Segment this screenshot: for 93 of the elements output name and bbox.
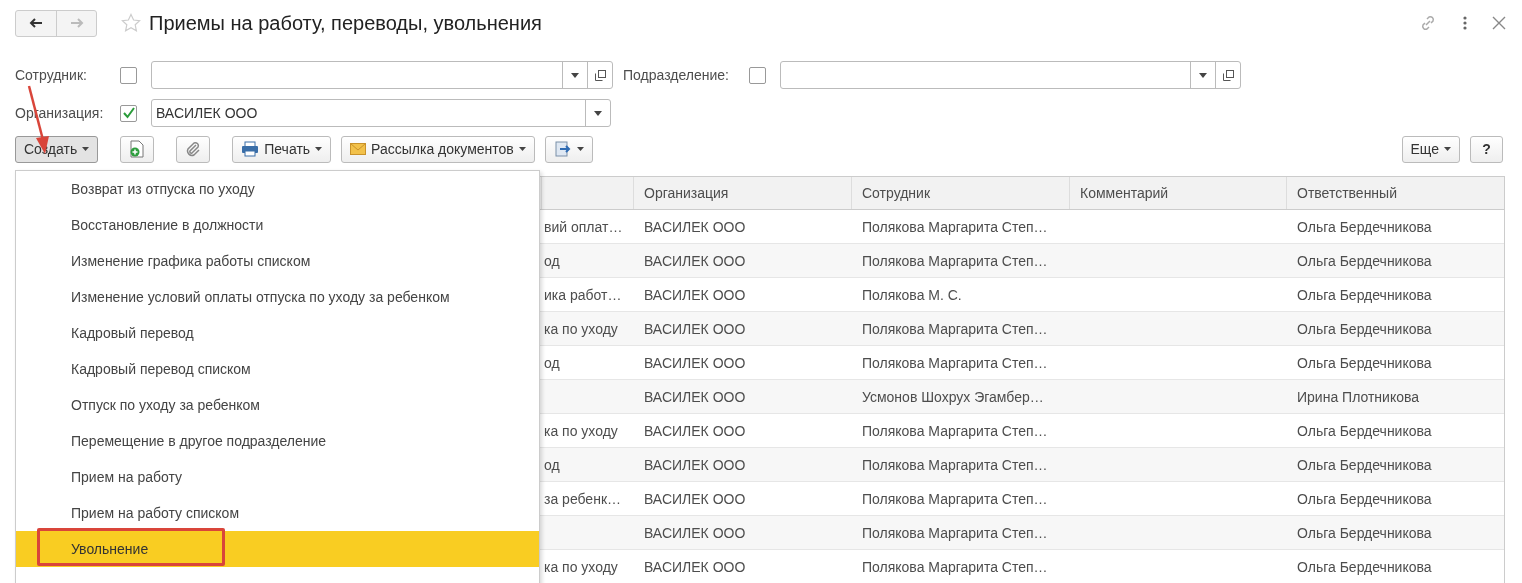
column-header[interactable]: Ответственный: [1286, 177, 1504, 209]
menu-item[interactable]: Прием на работу: [16, 459, 539, 495]
table-cell: Ольга Бердечникова: [1297, 218, 1432, 235]
table-cell: Полякова Маргарита Степ…: [862, 354, 1048, 371]
table-cell: вий оплат…: [544, 218, 623, 235]
table-cell: Полякова Маргарита Степ…: [862, 252, 1048, 269]
paperclip-icon: [185, 141, 202, 157]
table-cell: Ольга Бердечникова: [1297, 286, 1432, 303]
table-cell: ВАСИЛЕК ООО: [644, 252, 746, 269]
forward-arrow-icon: [69, 18, 84, 28]
column-header[interactable]: Организация: [633, 177, 851, 209]
table-cell: ВАСИЛЕК ООО: [644, 286, 746, 303]
table-cell: Ирина Плотникова: [1297, 388, 1420, 405]
star-icon[interactable]: [121, 13, 141, 33]
menu-item[interactable]: Кадровый перевод списком: [16, 351, 539, 387]
table-cell: ВАСИЛЕК ООО: [644, 388, 746, 405]
table-cell: Полякова Маргарита Степ…: [862, 422, 1048, 439]
column-header[interactable]: Комментарий: [1069, 177, 1286, 209]
table-cell: Усмонов Шохрух Эгамбер…: [862, 388, 1044, 405]
open-icon[interactable]: [1222, 69, 1234, 81]
caret-icon[interactable]: [594, 110, 602, 116]
table-cell: од: [544, 354, 560, 371]
table-cell: ВАСИЛЕК ООО: [644, 320, 746, 337]
table-cell: Ольга Бердечникова: [1297, 558, 1432, 575]
window-title: Приемы на работу, переводы, увольнения: [149, 11, 542, 35]
table-cell: ика работ…: [544, 286, 622, 303]
caret-icon: [576, 147, 584, 151]
table-cell: ВАСИЛЕК ООО: [644, 558, 746, 575]
menu-item[interactable]: Отпуск по уходу за ребенком: [16, 387, 539, 423]
checkbox[interactable]: [749, 66, 766, 84]
table-cell: ВАСИЛЕК ООО: [644, 456, 746, 473]
close-icon[interactable]: [1492, 16, 1506, 30]
organization-field[interactable]: ВАСИЛЕК ООО: [151, 99, 611, 127]
table-cell: за ребенк…: [544, 490, 621, 507]
checkbox[interactable]: [120, 66, 137, 84]
menu-item[interactable]: Изменение графика работы списком: [16, 243, 539, 279]
table-cell: Ольга Бердечникова: [1297, 252, 1432, 269]
table-cell: Полякова Маргарита Степ…: [862, 490, 1048, 507]
table-cell: од: [544, 252, 560, 269]
table-cell: од: [544, 456, 560, 473]
table-cell: Ольга Бердечникова: [1297, 490, 1432, 507]
toolbar-icon-button[interactable]: [176, 135, 211, 163]
menu-item[interactable]: Восстановление в должности: [16, 207, 539, 243]
table-cell: ка по уходу: [544, 320, 618, 337]
more-icon[interactable]: [1462, 15, 1468, 31]
caret-icon: [518, 147, 526, 151]
table-cell: Ольга Бердечникова: [1297, 456, 1432, 473]
column-header[interactable]: Сотрудник: [851, 177, 1069, 209]
table-cell: Полякова Маргарита Степ…: [862, 456, 1048, 473]
field-label: Сотрудник:: [15, 67, 88, 83]
toolbar-icon-button[interactable]: [120, 135, 155, 163]
employee-field[interactable]: [151, 61, 613, 89]
envelope-icon: [350, 143, 367, 155]
table-cell: ка по уходу: [544, 558, 618, 575]
toolbar-button[interactable]: Еще: [1401, 135, 1460, 163]
table-cell: ка по уходу: [544, 422, 618, 439]
back-arrow-icon: [29, 18, 43, 28]
table-cell: ВАСИЛЕК ООО: [644, 524, 746, 541]
document-add-icon: [129, 140, 146, 158]
menu-item[interactable]: Изменение условий оплаты отпуска по уходу за ребенком: [16, 279, 539, 315]
caret-icon: [1444, 147, 1451, 151]
toolbar-icon-button[interactable]: [544, 135, 593, 163]
table-cell: Ольга Бердечникова: [1297, 524, 1432, 541]
export-icon: [553, 141, 572, 157]
toolbar-button[interactable]: Печать: [232, 135, 332, 163]
toolbar-button[interactable]: Рассылка документов: [341, 135, 535, 163]
table-cell: Ольга Бердечникова: [1297, 354, 1432, 371]
caret-icon[interactable]: [571, 72, 579, 78]
menu-item[interactable]: Кадровый перевод: [16, 315, 539, 351]
table-cell: ВАСИЛЕК ООО: [644, 218, 746, 235]
table-cell: Полякова Маргарита Степ…: [862, 524, 1048, 541]
table-cell: Ольга Бердечникова: [1297, 422, 1432, 439]
field-label: Подразделение:: [623, 67, 730, 83]
checkbox[interactable]: [120, 104, 137, 122]
printer-icon: [241, 141, 260, 157]
table-cell: ВАСИЛЕК ООО: [644, 422, 746, 439]
table-cell: ВАСИЛЕК ООО: [644, 490, 746, 507]
menu-item[interactable]: Возврат из отпуска по уходу: [16, 171, 539, 207]
open-icon[interactable]: [594, 69, 606, 81]
toolbar-button[interactable]: ?: [1470, 135, 1503, 163]
menu-item[interactable]: Увольнение: [16, 531, 539, 567]
table-cell: Полякова Маргарита Степ…: [862, 320, 1048, 337]
table-cell: Полякова М. С.: [862, 286, 962, 303]
department-field[interactable]: [780, 61, 1241, 89]
caret-icon: [82, 147, 90, 151]
menu-item[interactable]: Прием на работу списком: [16, 495, 539, 531]
caret-icon: [315, 147, 323, 151]
table-cell: ВАСИЛЕК ООО: [644, 354, 746, 371]
table-cell: Полякова Маргарита Степ…: [862, 558, 1048, 575]
table-cell: Ольга Бердечникова: [1297, 320, 1432, 337]
menu-item[interactable]: Перемещение в другое подразделение: [16, 423, 539, 459]
caret-icon[interactable]: [1199, 72, 1207, 78]
table-cell: Полякова Маргарита Степ…: [862, 218, 1048, 235]
